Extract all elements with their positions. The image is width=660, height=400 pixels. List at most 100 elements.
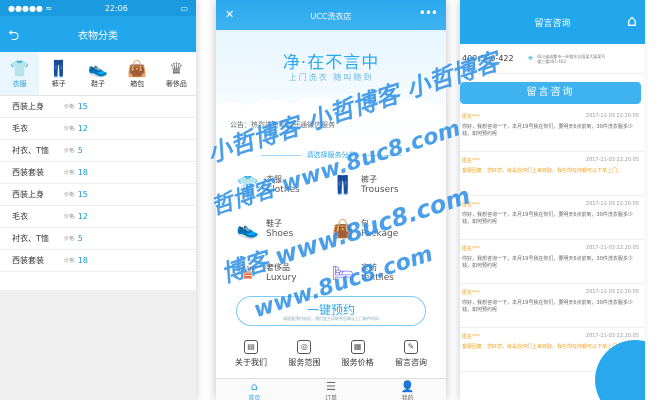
service-item[interactable]: 🛏 家纺 textiles [331, 254, 426, 292]
tshirt-icon: 👕 [236, 174, 260, 196]
page-title: 留言咨询 [534, 18, 571, 29]
tab-label: 订单 [325, 395, 338, 400]
section-title: 请选择服务分类 [216, 150, 446, 160]
price-icon: ▦ [350, 340, 365, 354]
list-item[interactable]: 衬衣、T恤 价格: 5 [0, 140, 196, 162]
message-button[interactable]: 留言咨询 [460, 82, 641, 104]
more-icon[interactable]: ••• [419, 6, 438, 20]
item-name: 西装套装 [12, 256, 44, 265]
signal-indicator: ●●●●● ≈ [8, 3, 53, 13]
item-price: 18 [77, 256, 88, 265]
battery-icon: ▭ [180, 3, 188, 13]
page-title: UCC洗衣店 [310, 12, 352, 21]
cloud-decoration [216, 98, 446, 122]
empty-area [0, 290, 196, 400]
phone-number[interactable]: 400-500-422 [462, 54, 514, 63]
message-time: 2017-11-03 22:20:05 [585, 333, 639, 339]
message-item: 匿名*** 2017-11-03 22:20:05 你好，我想咨询一下，本月19… [460, 284, 645, 328]
message-body: 你好，我想咨询一下，本月19号我在你们，要明天6点前到，30件洗衣服多少钱，如何… [462, 256, 633, 269]
quick-link[interactable]: ◎ 服务范围 [279, 340, 329, 368]
message-time: 2017-11-03 22:20:05 [585, 113, 639, 119]
category-label: 箱包 [130, 79, 145, 88]
message-user: 匿名*** [462, 290, 480, 296]
service-item[interactable]: 👖 裤子 Trousers [331, 166, 426, 204]
item-price: 5 [77, 234, 83, 243]
bed-icon: 🛏 [331, 262, 355, 284]
tab-item[interactable]: ⌂ 首页 [216, 379, 293, 400]
category-tab[interactable]: 👟 鞋子 [78, 52, 117, 95]
category-tabs: 👕 衣服 👖 裤子 👟 鞋子 👜 箱包 ♛ 奢侈品 [0, 52, 196, 96]
quick-link[interactable]: ✎ 留言咨询 [386, 340, 436, 368]
scope-icon: ◎ [297, 340, 312, 354]
list-item[interactable]: 西装上身 价格: 15 [0, 184, 196, 206]
quick-link-label: 服务范围 [288, 358, 321, 367]
quick-link-label: 留言咨询 [394, 358, 427, 367]
service-item[interactable]: 👜 包 Package [331, 210, 426, 248]
message-item: 匿名*** 2017-11-03 22:20:05 你好，我想咨询一下，本月19… [460, 108, 645, 152]
price-label: 价格: [64, 214, 76, 220]
message-time: 2017-11-03 22:20:05 [585, 245, 639, 251]
service-item[interactable]: 👕 衣服 Clothes [236, 166, 331, 204]
list-item[interactable]: 衬衣、T恤 价格: 5 [0, 228, 196, 250]
service-name-en: Shoes [266, 229, 294, 239]
service-name-cn: 鞋子 [266, 219, 282, 228]
category-label: 裤子 [51, 79, 66, 88]
list-item[interactable]: 西装套装 价格: 18 [0, 162, 196, 184]
tab-label: 首页 [248, 395, 261, 400]
message-body: 你好，我想咨询一下，本月19号我在你们，要明天6点前到，30件洗衣服多少钱，如何… [462, 124, 633, 137]
bag-icon: 👜 [331, 218, 355, 240]
service-name-en: Package [361, 229, 399, 239]
tab-item[interactable]: 👤 我的 [369, 379, 446, 400]
message-list: 匿名*** 2017-11-03 22:20:05 你好，我想咨询一下，本月19… [460, 108, 645, 372]
category-tab[interactable]: 👜 箱包 [118, 52, 157, 95]
service-name-en: Luxury [266, 273, 297, 283]
item-list: 西装上身 价格: 15 毛衣 价格: 12 衬衣、T恤 价格: 5 西装套装 价格: … [0, 96, 196, 272]
list-item[interactable]: 西装上身 价格: 15 [0, 96, 196, 118]
quick-link[interactable]: ▦ 服务价格 [333, 340, 383, 368]
item-name: 西装上身 [12, 190, 44, 199]
about-icon: ▤ [244, 340, 258, 354]
trousers-icon: 👖 [331, 174, 355, 196]
message-user: 匿名*** [462, 246, 480, 252]
message-user: 匿名*** [462, 202, 480, 208]
service-item[interactable]: ♛ 奢侈品 Luxury [236, 254, 331, 292]
message-body: 客服回复：您好您，就是在你们上来收取，我在你在你都可以下单上门。 [462, 168, 623, 174]
category-tab[interactable]: ♛ 奢侈品 [157, 52, 196, 95]
category-screen: ●●●●● ≈ 22:06 ▭ ⮌ 衣物分类 👕 衣服 👖 裤子 👟 鞋子 👜 箱包 ♛… [0, 0, 196, 400]
category-tab[interactable]: 👕 衣服 [0, 52, 40, 95]
home-icon[interactable]: ⌂ [627, 11, 637, 30]
shoe-icon: 👟 [88, 58, 108, 78]
service-grid: 👕 衣服 Clothes 👖 裤子 Trousers 👟 鞋子 Shoes 👜 … [236, 166, 426, 292]
item-price: 12 [77, 124, 88, 133]
service-name-cn: 家纺 [361, 263, 377, 272]
back-icon[interactable]: ⮌ [8, 25, 19, 49]
item-price: 18 [77, 168, 88, 177]
category-tab[interactable]: 👖 裤子 [39, 52, 78, 95]
price-label: 价格: [64, 258, 76, 264]
price-label: 价格: [64, 148, 76, 154]
status-time: 22:06 [104, 3, 128, 13]
item-name: 衬衣、T恤 [12, 234, 49, 243]
list-item[interactable]: 西装套装 价格: 18 [0, 250, 196, 272]
price-label: 价格: [64, 104, 76, 110]
message-time: 2017-11-03 22:20:05 [585, 201, 639, 207]
list-item[interactable]: 毛衣 价格: 12 [0, 206, 196, 228]
list-item[interactable]: 毛衣 价格: 12 [0, 118, 196, 140]
quick-link-label: 关于我们 [235, 358, 267, 367]
service-item[interactable]: 👟 鞋子 Shoes [236, 210, 331, 248]
category-label: 鞋子 [91, 79, 105, 88]
quick-link[interactable]: ▤ 关于我们 [226, 340, 276, 368]
message-user: 匿名*** [462, 114, 480, 120]
item-price: 15 [77, 102, 88, 111]
service-name-cn: 裤子 [361, 175, 377, 184]
category-label: 奢侈品 [165, 79, 187, 88]
location-pin-icon: ⌖ [527, 53, 534, 64]
item-price: 5 [77, 146, 83, 155]
item-name: 西装上身 [12, 102, 44, 111]
nav-bar: ⮌ 衣物分类 [0, 16, 196, 52]
message-icon: ✎ [403, 340, 418, 354]
user-icon: 👤 [400, 380, 415, 393]
tab-item[interactable]: ☰ 订单 [293, 379, 370, 400]
order-icon: ☰ [326, 380, 336, 393]
message-body: 你好，我想咨询一下，本月19号我在你们，要明天6点前到，30件洗衣服多少钱，如何… [462, 212, 633, 225]
